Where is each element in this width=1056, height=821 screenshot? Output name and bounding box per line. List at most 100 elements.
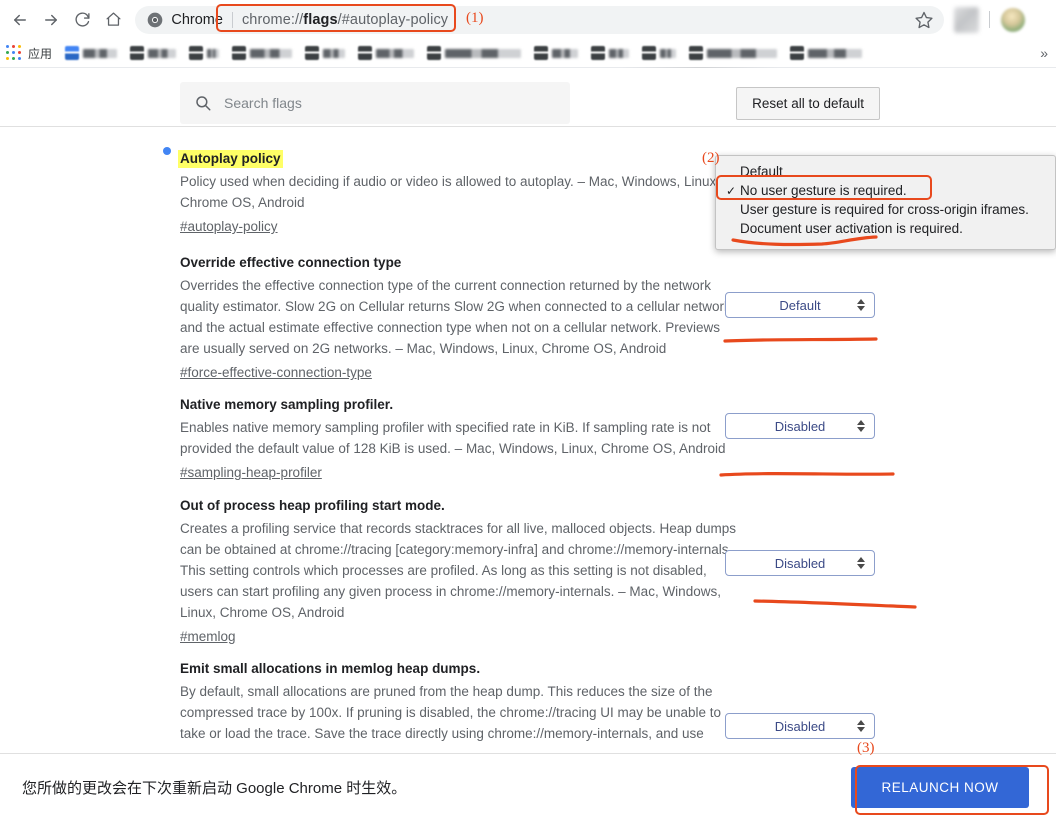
bookmark-item[interactable] xyxy=(534,42,579,64)
dropdown-option[interactable]: Default xyxy=(716,162,1055,181)
flag-text-block: Native memory sampling profiler. Enables… xyxy=(180,396,740,480)
avatar[interactable] xyxy=(1001,7,1025,32)
flag-title: Emit small allocations in memlog heap du… xyxy=(180,661,481,676)
flag-title: Out of process heap profiling start mode… xyxy=(180,498,445,513)
dropdown-option-label: Document user activation is required. xyxy=(740,221,963,236)
bookmark-item[interactable] xyxy=(591,42,630,64)
dropdown-option-label: User gesture is required for cross-origi… xyxy=(740,202,1029,217)
flags-search-row: Search flags Reset all to default xyxy=(180,80,880,126)
bookmark-favicon-icon xyxy=(189,46,204,60)
bookmark-label xyxy=(552,48,579,58)
flag-control: Disabled xyxy=(725,550,885,576)
bookmark-item[interactable] xyxy=(689,42,778,64)
flag-title: Override effective connection type xyxy=(180,255,402,270)
browser-window: Chrome chrome://flags/#autoplay-policy 应… xyxy=(0,0,1056,821)
browser-toolbar: Chrome chrome://flags/#autoplay-policy xyxy=(0,0,1056,39)
chrome-menu-icon[interactable] xyxy=(1031,7,1056,33)
flag-control: Disabled xyxy=(725,713,885,739)
flag-title: Native memory sampling profiler. xyxy=(180,397,394,412)
bookmark-label xyxy=(609,48,630,58)
bookmark-favicon-icon xyxy=(534,46,549,60)
flag-control: Default xyxy=(725,292,885,318)
dropdown-option-selected[interactable]: ✓ No user gesture is required. xyxy=(716,181,1055,200)
bookmark-favicon-icon xyxy=(232,46,247,60)
flag-description: Creates a profiling service that records… xyxy=(180,521,736,620)
flag-permalink[interactable]: #force-effective-connection-type xyxy=(180,362,740,383)
flag-select[interactable]: Disabled xyxy=(725,550,875,576)
bookmark-label xyxy=(250,48,293,58)
bookmark-item[interactable] xyxy=(130,42,177,64)
dropdown-option-label: No user gesture is required. xyxy=(740,183,907,198)
relaunch-now-button[interactable]: RELAUNCH NOW xyxy=(851,767,1029,808)
bookmark-label xyxy=(808,48,863,58)
flag-text-block: Emit small allocations in memlog heap du… xyxy=(180,660,740,753)
flag-row: Native memory sampling profiler. Enables… xyxy=(0,387,1056,488)
relaunch-bar: 您所做的更改会在下次重新启动 Google Chrome 时生效。 RELAUN… xyxy=(0,753,1056,821)
annotation-label-3: (3) xyxy=(857,740,875,756)
bookmark-label xyxy=(323,48,346,58)
bookmark-favicon-icon xyxy=(130,46,145,60)
bookmark-favicon-icon xyxy=(642,46,657,60)
flag-title: Autoplay policy xyxy=(180,150,281,168)
bookmark-item[interactable] xyxy=(790,42,863,64)
bookmarks-overflow-icon[interactable]: » xyxy=(1040,45,1048,61)
bookmark-label xyxy=(660,48,677,58)
dropdown-option[interactable]: Document user activation is required. xyxy=(716,219,1055,238)
bookmark-item[interactable] xyxy=(305,42,346,64)
divider xyxy=(0,126,1056,127)
flag-description: Overrides the effective connection type … xyxy=(180,278,735,356)
bookmark-item[interactable] xyxy=(358,42,415,64)
bookmark-item[interactable] xyxy=(642,42,677,64)
bookmark-label xyxy=(148,48,177,58)
chevron-updown-icon xyxy=(857,557,865,569)
flag-description: By default, small allocations are pruned… xyxy=(180,684,722,741)
flag-row: Out of process heap profiling start mode… xyxy=(0,488,1056,651)
bookmark-favicon-icon xyxy=(305,46,320,60)
bookmark-label xyxy=(83,48,118,58)
omnibox-site-label: Chrome xyxy=(171,11,223,28)
apps-grid-icon[interactable] xyxy=(6,45,22,61)
chevron-updown-icon xyxy=(857,299,865,311)
bookmark-label xyxy=(707,48,778,58)
omnibox[interactable]: Chrome chrome://flags/#autoplay-policy xyxy=(135,5,944,34)
extension-icon[interactable] xyxy=(953,6,980,33)
reset-all-to-default-button[interactable]: Reset all to default xyxy=(736,86,880,120)
bookmark-label xyxy=(445,48,522,58)
dropdown-option-label: Default xyxy=(740,164,783,179)
bookmark-item[interactable] xyxy=(65,42,118,64)
bookmark-favicon-icon xyxy=(358,46,373,60)
dropdown-option[interactable]: User gesture is required for cross-origi… xyxy=(716,200,1055,219)
flag-permalink[interactable]: #sampling-heap-profiler xyxy=(180,462,740,483)
flag-select[interactable]: Disabled xyxy=(725,413,875,439)
autoplay-policy-dropdown[interactable]: Default ✓ No user gesture is required. U… xyxy=(715,155,1056,250)
bookmark-item[interactable] xyxy=(189,42,220,64)
back-icon[interactable] xyxy=(6,6,33,34)
url-prefix: chrome:// xyxy=(241,11,304,28)
bookmark-favicon-icon xyxy=(591,46,606,60)
flag-select-value: Disabled xyxy=(774,555,826,571)
relaunch-message: 您所做的更改会在下次重新启动 Google Chrome 时生效。 xyxy=(22,780,407,797)
bookmark-favicon-icon xyxy=(689,46,704,60)
chevron-updown-icon xyxy=(857,420,865,432)
bookmark-item[interactable] xyxy=(427,42,522,64)
bookmark-item[interactable] xyxy=(232,42,293,64)
forward-icon[interactable] xyxy=(37,6,64,34)
bookmark-star-icon[interactable] xyxy=(914,10,934,30)
check-icon: ✓ xyxy=(726,183,737,198)
flag-permalink[interactable]: #autoplay-policy xyxy=(180,216,740,237)
flag-control: Disabled xyxy=(725,413,885,439)
home-icon[interactable] xyxy=(100,6,127,34)
omnibox-url[interactable]: chrome://flags/#autoplay-policy xyxy=(242,12,448,28)
toolbar-divider xyxy=(989,11,991,28)
flag-select[interactable]: Default xyxy=(725,292,875,318)
flag-permalink[interactable]: #memlog xyxy=(180,626,740,647)
bookmark-favicon-icon xyxy=(790,46,805,60)
search-input[interactable]: Search flags xyxy=(180,82,570,124)
flag-row: Emit small allocations in memlog heap du… xyxy=(0,651,1056,753)
search-placeholder: Search flags xyxy=(224,95,302,111)
bookmark-label xyxy=(376,48,415,58)
bookmark-apps-label[interactable]: 应用 xyxy=(28,45,52,62)
reload-icon[interactable] xyxy=(69,6,96,34)
flag-select[interactable]: Disabled xyxy=(725,713,875,739)
chrome-logo-icon xyxy=(148,12,163,27)
